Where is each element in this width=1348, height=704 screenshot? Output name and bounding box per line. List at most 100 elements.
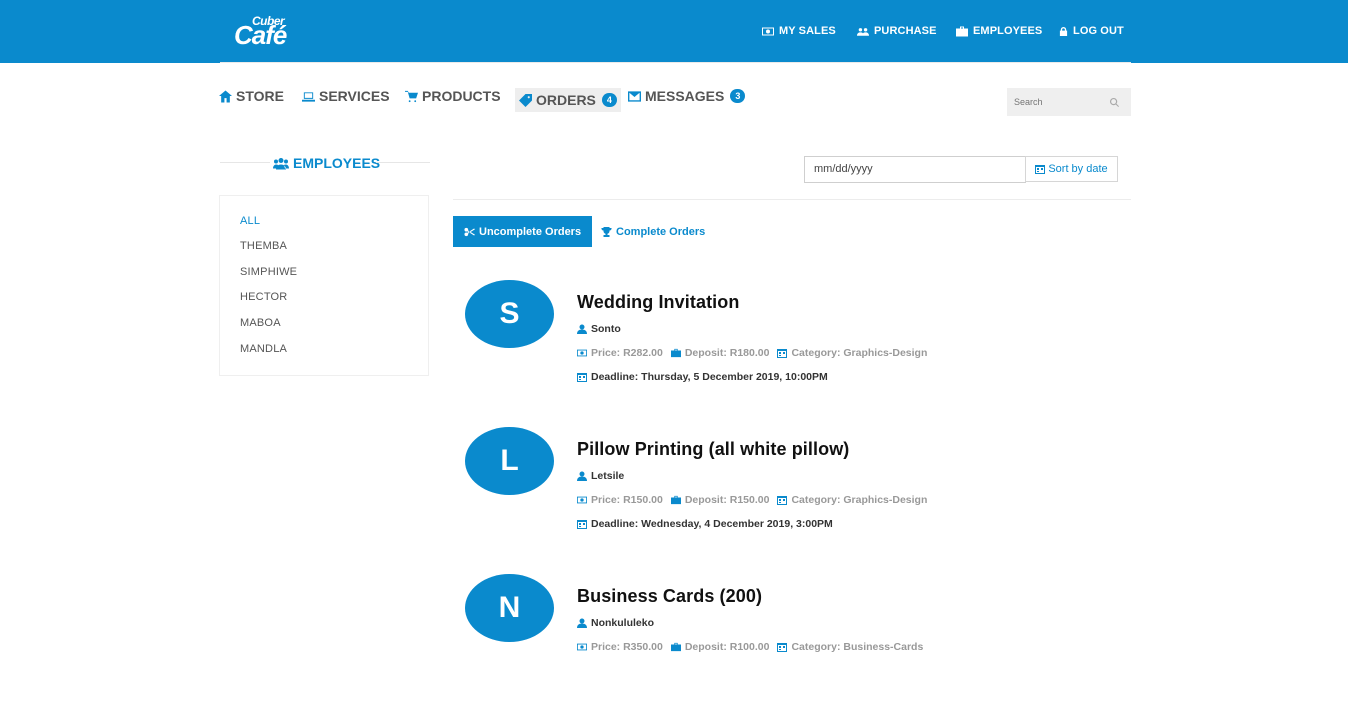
order-customer: Sonto xyxy=(577,323,621,335)
divider xyxy=(453,199,1131,200)
order-item[interactable]: N Business Cards (200) Nonkululeko Price… xyxy=(465,574,1145,704)
lock-icon xyxy=(1059,26,1068,36)
user-icon xyxy=(577,471,587,481)
divider xyxy=(376,162,430,163)
order-customer: Letsile xyxy=(577,470,624,482)
employees-heading: EMPLOYEES xyxy=(220,155,430,171)
calendar-icon xyxy=(777,496,788,505)
topnav-my-sales[interactable]: MY SALES xyxy=(762,25,836,37)
order-deposit: Deposit: R150.00 xyxy=(684,494,770,506)
employee-item-hector[interactable]: HECTOR xyxy=(240,291,287,303)
tab-uncomplete-orders-label: Uncomplete Orders xyxy=(479,225,582,238)
home-icon xyxy=(219,90,232,102)
calendar-icon xyxy=(1035,165,1046,174)
employee-item-all[interactable]: ALL xyxy=(240,215,260,227)
users-icon xyxy=(857,27,869,36)
order-customer-name: Sonto xyxy=(591,323,621,335)
order-title[interactable]: Business Cards (200) xyxy=(577,586,762,607)
order-meta: Price: R282.00 Deposit: R180.00 Category… xyxy=(577,347,935,359)
order-customer-name: Nonkululeko xyxy=(591,617,655,629)
customer-avatar: L xyxy=(465,427,554,495)
order-customer: Nonkululeko xyxy=(577,617,654,629)
nav-orders-label: ORDERS xyxy=(536,92,596,108)
users-icon xyxy=(273,157,289,169)
topnav-log-out[interactable]: LOG OUT xyxy=(1059,25,1124,37)
order-title[interactable]: Wedding Invitation xyxy=(577,292,739,313)
money-icon xyxy=(577,643,587,651)
briefcase-icon xyxy=(670,642,681,652)
user-icon xyxy=(577,324,587,334)
nav-services-label: SERVICES xyxy=(319,88,390,104)
topnav-purchase[interactable]: PURCHASE xyxy=(857,25,937,37)
order-price: Price: R282.00 xyxy=(591,347,663,359)
topnav-purchase-label: PURCHASE xyxy=(874,25,937,37)
employee-list: ALL THEMBA SIMPHIWE HECTOR MABOA MANDLA xyxy=(219,195,429,376)
order-deposit: Deposit: R100.00 xyxy=(684,641,770,653)
customer-avatar: S xyxy=(465,280,554,348)
briefcase-icon xyxy=(670,495,681,505)
topnav-employees[interactable]: EMPLOYEES xyxy=(956,25,1042,37)
divider xyxy=(220,62,1131,63)
laptop-icon xyxy=(302,91,315,102)
employee-item-simphiwe[interactable]: SIMPHIWE xyxy=(240,266,297,278)
order-meta: Price: R350.00 Deposit: R100.00 Category… xyxy=(577,641,931,653)
brand-logo-big: Café xyxy=(234,20,287,50)
search-icon[interactable] xyxy=(1110,98,1119,107)
employees-title: EMPLOYEES xyxy=(273,155,380,171)
employee-item-mandla[interactable]: MANDLA xyxy=(240,343,287,355)
order-category: Category: Graphics-Design xyxy=(791,494,928,506)
order-deadline: Deadline: Wednesday, 4 December 2019, 3:… xyxy=(577,518,833,530)
order-title[interactable]: Pillow Printing (all white pillow) xyxy=(577,439,849,460)
employees-title-label: EMPLOYEES xyxy=(293,155,381,171)
order-category: Category: Business-Cards xyxy=(791,641,924,653)
order-customer-name: Letsile xyxy=(591,470,625,482)
customer-avatar: N xyxy=(465,574,554,642)
date-input[interactable]: mm/dd/yyyy xyxy=(804,156,1026,183)
orders-count-badge: 4 xyxy=(601,93,617,107)
order-deposit: Deposit: R180.00 xyxy=(684,347,770,359)
nav-services[interactable]: SERVICES xyxy=(302,88,390,104)
tab-uncomplete-orders[interactable]: Uncomplete Orders xyxy=(453,216,593,247)
user-icon xyxy=(577,618,587,628)
briefcase-icon xyxy=(956,26,968,36)
money-icon xyxy=(577,349,587,357)
order-deadline-text: Deadline: Wednesday, 4 December 2019, 3:… xyxy=(591,518,833,530)
order-deadline: Deadline: Thursday, 5 December 2019, 10:… xyxy=(577,371,828,383)
money-icon xyxy=(762,27,774,35)
search-box xyxy=(1007,88,1131,116)
order-price: Price: R150.00 xyxy=(591,494,663,506)
envelope-icon xyxy=(628,90,641,102)
nav-products-label: PRODUCTS xyxy=(422,88,501,104)
nav-messages[interactable]: MESSAGES 3 xyxy=(628,88,746,104)
order-meta: Price: R150.00 Deposit: R150.00 Category… xyxy=(577,494,935,506)
nav-orders[interactable]: ORDERS 4 xyxy=(515,88,621,112)
calendar-icon xyxy=(577,520,587,529)
employee-item-maboa[interactable]: MABOA xyxy=(240,317,281,329)
scissors-icon xyxy=(464,227,475,236)
tab-complete-orders[interactable]: Complete Orders xyxy=(590,216,716,247)
calendar-icon xyxy=(777,643,788,652)
order-price: Price: R350.00 xyxy=(591,641,663,653)
tag-icon xyxy=(519,93,532,107)
cart-icon xyxy=(405,90,418,102)
sort-by-date-button[interactable]: Sort by date xyxy=(1025,156,1118,182)
order-item[interactable]: L Pillow Printing (all white pillow) Let… xyxy=(465,427,1145,557)
topnav-log-out-label: LOG OUT xyxy=(1073,25,1124,37)
nav-products[interactable]: PRODUCTS xyxy=(405,88,501,104)
nav-messages-label: MESSAGES xyxy=(645,88,725,104)
calendar-icon xyxy=(777,349,788,358)
briefcase-icon xyxy=(670,348,681,358)
messages-count-badge: 3 xyxy=(730,89,746,103)
topnav-my-sales-label: MY SALES xyxy=(779,25,836,37)
search-input[interactable] xyxy=(1007,88,1107,116)
order-item[interactable]: S Wedding Invitation Sonto Price: R282.0… xyxy=(465,280,1145,410)
nav-store-label: STORE xyxy=(236,88,284,104)
top-bar: Cuber Café MY SALES PURCHASE EMPLOYEES L… xyxy=(0,0,1348,63)
nav-store[interactable]: STORE xyxy=(219,88,284,104)
order-deadline-text: Deadline: Thursday, 5 December 2019, 10:… xyxy=(591,371,828,383)
topnav-employees-label: EMPLOYEES xyxy=(973,25,1043,37)
brand-logo[interactable]: Cuber Café xyxy=(234,14,324,50)
divider xyxy=(220,162,270,163)
employee-item-themba[interactable]: THEMBA xyxy=(240,240,287,252)
trophy-icon xyxy=(601,226,612,237)
